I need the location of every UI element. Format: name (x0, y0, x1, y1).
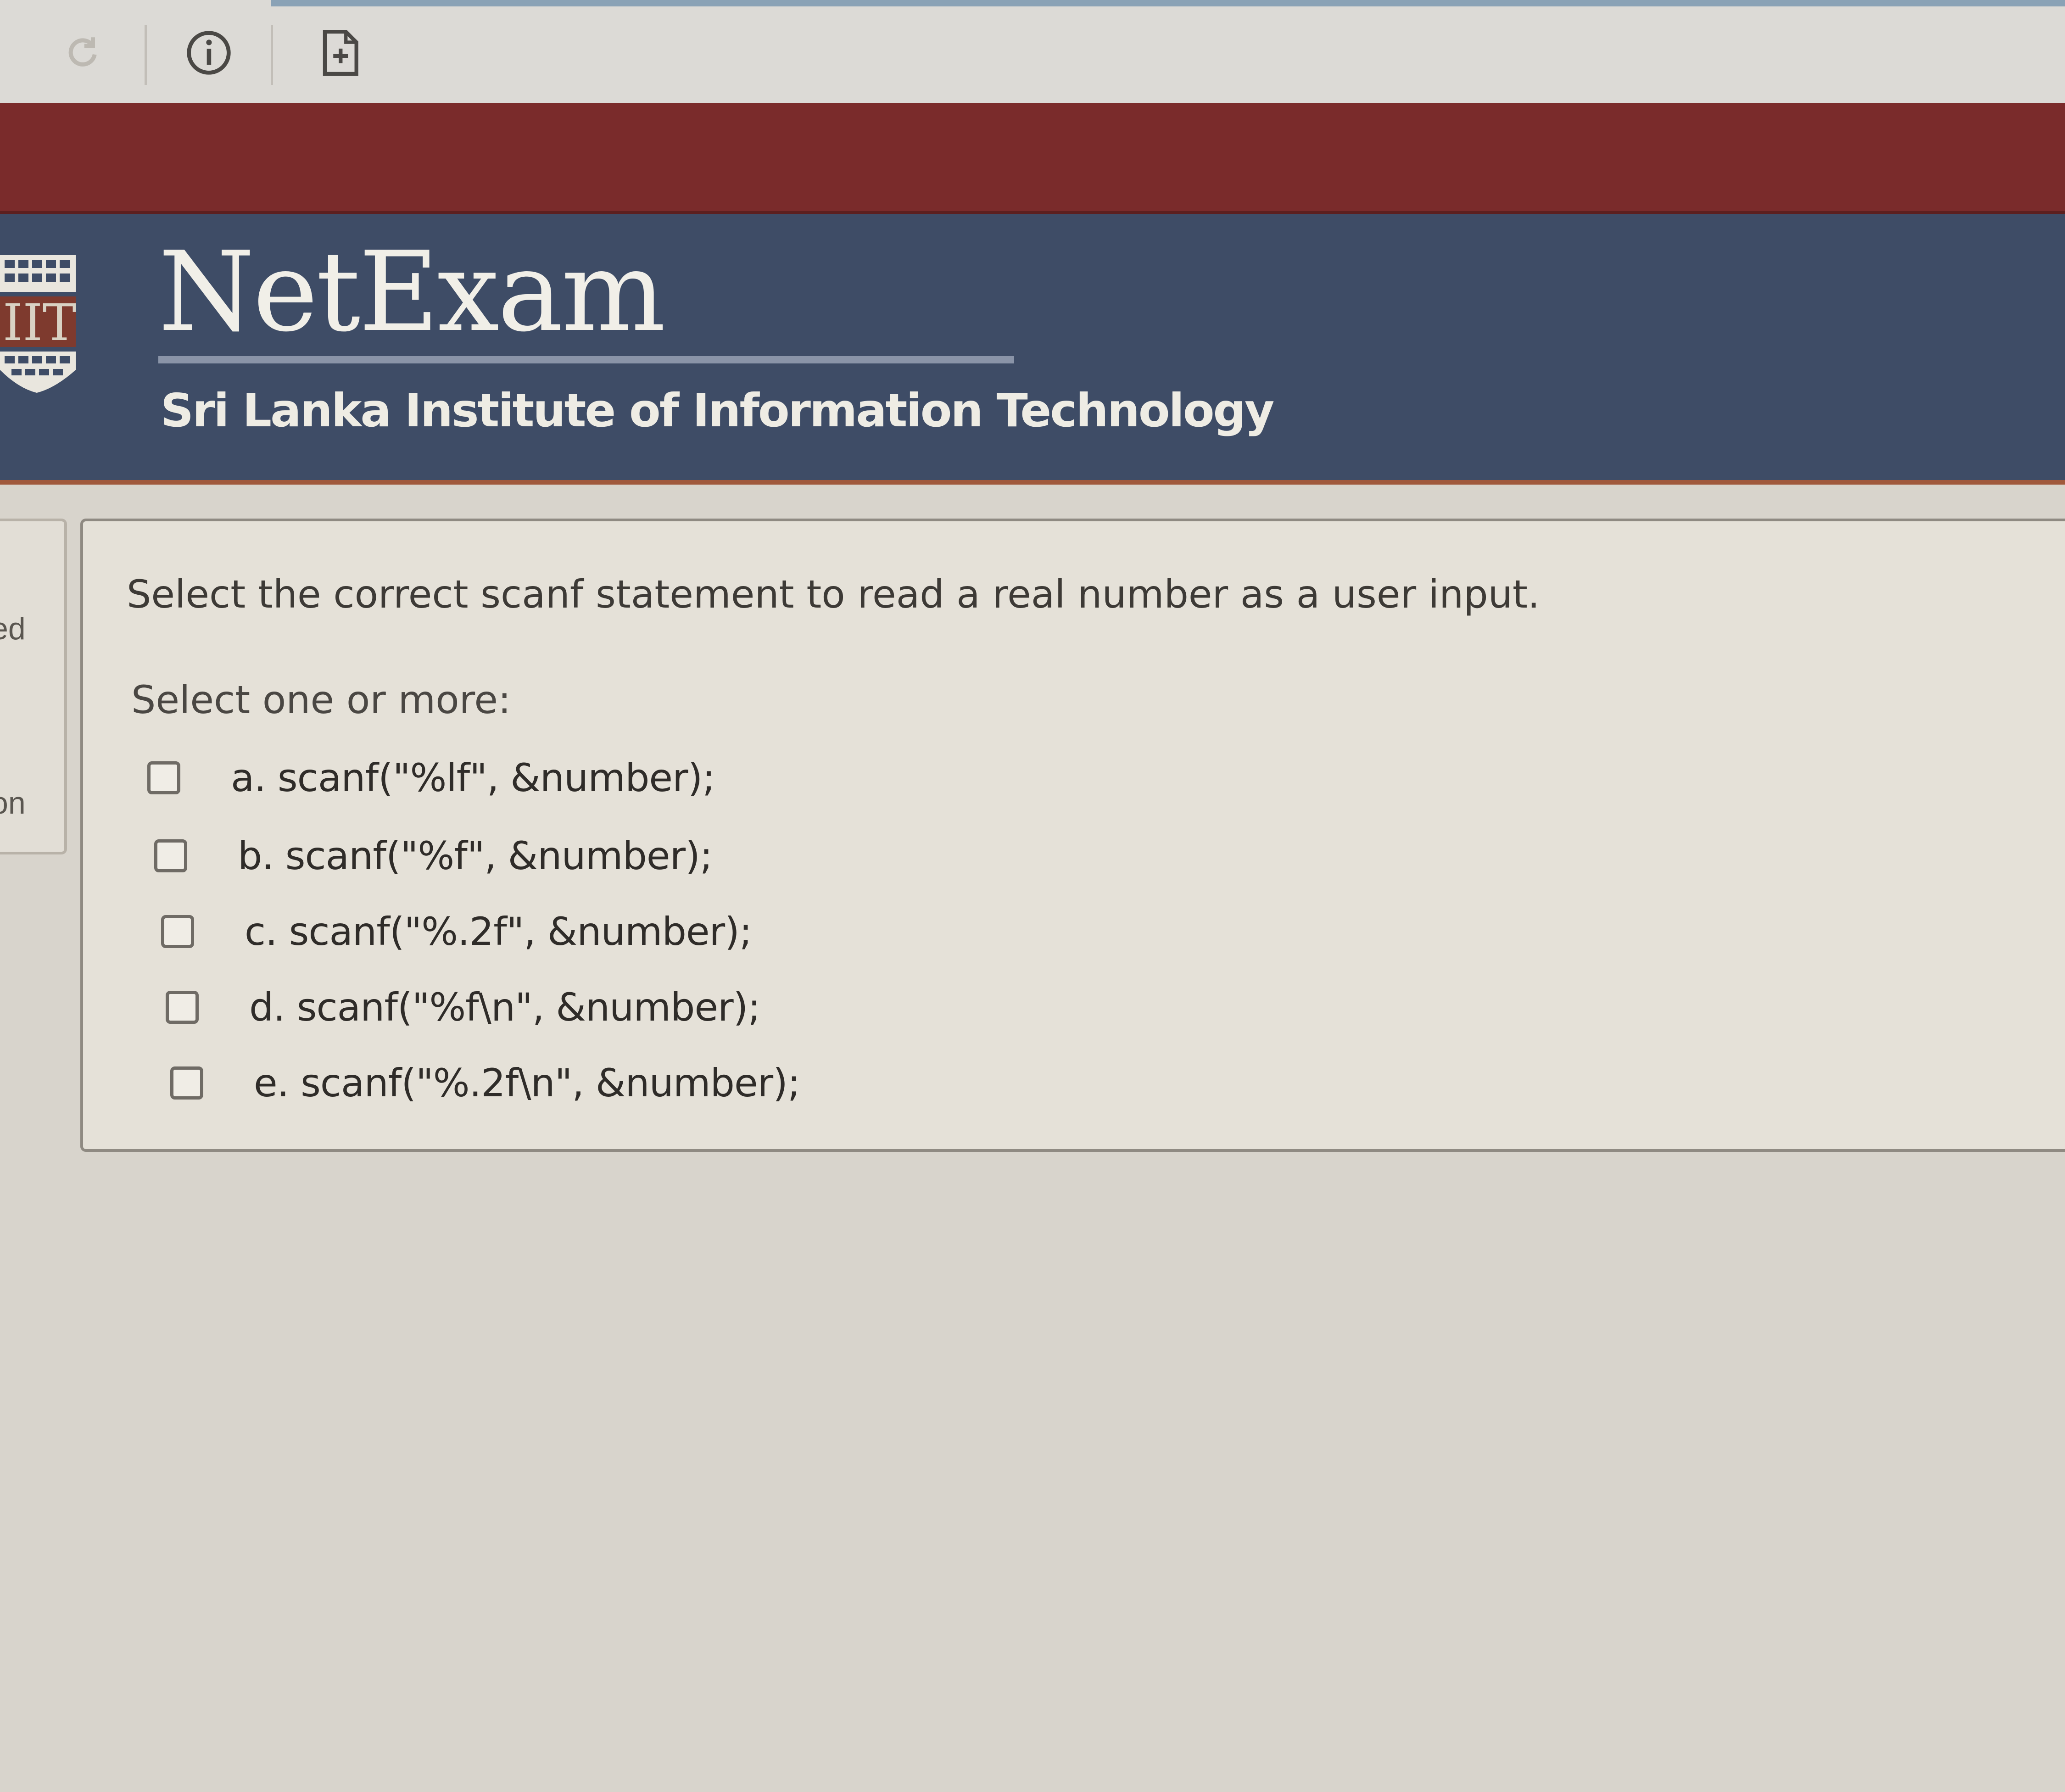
option-e-checkbox[interactable] (170, 1066, 203, 1100)
option-d-checkbox[interactable] (166, 991, 199, 1024)
option-c-checkbox[interactable] (161, 915, 194, 948)
institution-name: Sri Lanka Institute of Information Techn… (161, 384, 1274, 437)
brand-underline (158, 356, 1014, 363)
question-text: Select the correct scanf statement to re… (127, 572, 1540, 617)
page-load-bar (271, 0, 2065, 6)
svg-text:IIT: IIT (3, 293, 76, 352)
document-add-icon[interactable] (312, 25, 367, 80)
reload-icon[interactable] (55, 25, 110, 80)
option-a-label[interactable]: a. scanf("%lf", &number); (231, 755, 715, 800)
option-e-label[interactable]: e. scanf("%.2f\n", &number); (254, 1061, 800, 1105)
toolbar-separator (271, 25, 273, 85)
toolbar-separator (145, 25, 147, 85)
top-banner (0, 103, 2065, 214)
answer-option-b[interactable]: b. scanf("%f", &number); (154, 833, 713, 878)
question-info-panel: ed on (0, 519, 67, 854)
browser-toolbar (0, 0, 2065, 105)
answer-option-a[interactable]: a. scanf("%lf", &number); (147, 755, 715, 800)
answer-option-d[interactable]: d. scanf("%f\n", &number); (166, 985, 761, 1030)
panel-label-top: ed (0, 611, 26, 646)
brand-title: NetExam (158, 228, 666, 356)
option-d-label[interactable]: d. scanf("%f\n", &number); (249, 985, 761, 1030)
option-c-label[interactable]: c. scanf("%.2f", &number); (245, 909, 752, 954)
info-icon[interactable] (181, 25, 236, 80)
sliit-logo[interactable]: IIT (0, 255, 78, 393)
answer-option-c[interactable]: c. scanf("%.2f", &number); (161, 909, 752, 954)
panel-label-bottom: on (0, 786, 26, 821)
option-b-checkbox[interactable] (154, 839, 187, 872)
answer-option-e[interactable]: e. scanf("%.2f\n", &number); (170, 1061, 800, 1105)
question-card: Select the correct scanf statement to re… (80, 519, 2065, 1152)
site-header: IIT NetExam Sri Lanka Institute of Infor… (0, 214, 2065, 485)
answer-prompt: Select one or more: (131, 677, 511, 722)
option-b-label[interactable]: b. scanf("%f", &number); (238, 833, 713, 878)
option-a-checkbox[interactable] (147, 761, 180, 794)
